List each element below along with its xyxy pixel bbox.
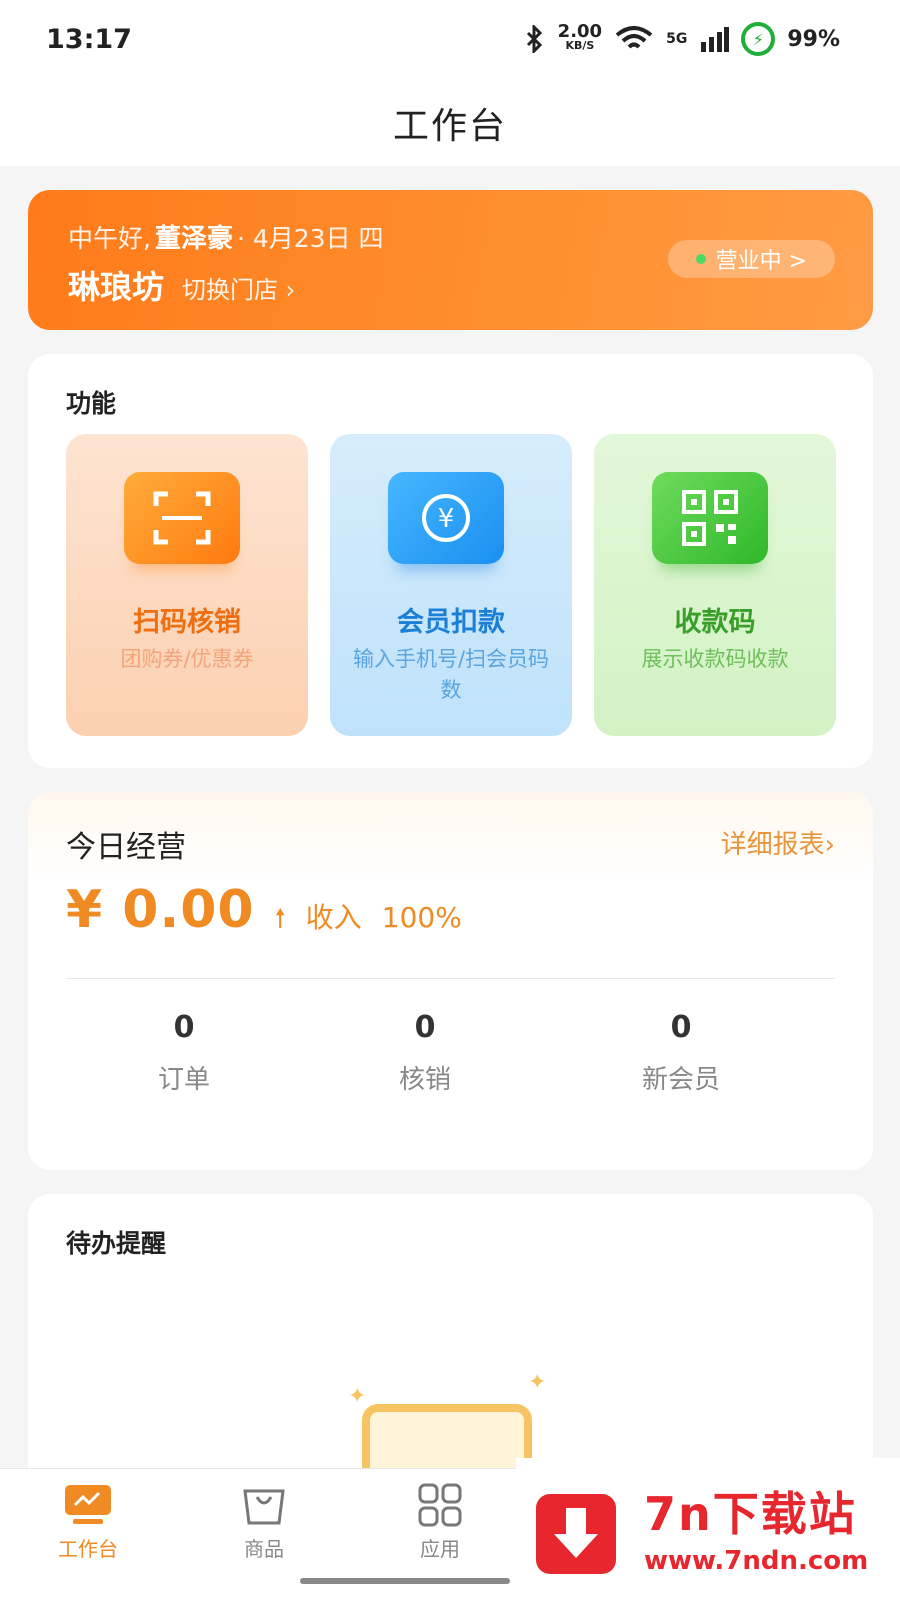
business-status-badge[interactable]: 营业中 >: [667, 240, 835, 278]
arrow-up-icon: 🠕: [274, 904, 286, 934]
scan-verify-subtitle: 团购券/优惠券: [120, 647, 254, 671]
workbench-icon: [63, 1483, 113, 1527]
title-bar: 工作台: [0, 80, 900, 166]
tab-label: 商品: [244, 1537, 284, 1561]
todo-title: 待办提醒: [66, 1229, 167, 1258]
watermark: 7n下载站 www.7ndn.com: [516, 1458, 900, 1600]
functions-card: 功能 扫码核销 团购券/优惠券 ¥ 会员扣款 输入手机号/扫会员码数 收款码 展…: [28, 354, 873, 768]
network-type: 5G: [666, 31, 688, 47]
signal-icon: [701, 27, 730, 52]
watermark-title: 7n下载站: [644, 1487, 857, 1541]
home-indicator[interactable]: [300, 1578, 510, 1584]
todo-card: 待办提醒 ✦ ✦: [28, 1194, 873, 1494]
stat-label: 订单: [157, 1065, 210, 1095]
income-row: ¥ 0.00 🠕 收入 100%: [66, 880, 462, 944]
status-bar: 13:17 2.00 KB/S 5G ⚡ 99%: [0, 0, 900, 80]
stat-value: 0: [173, 1010, 195, 1045]
scan-icon: [124, 472, 240, 564]
wifi-icon: [615, 26, 653, 49]
divider: [66, 978, 835, 979]
greeting-text: 中午好,: [68, 224, 151, 253]
today-business-title: 今日经营: [66, 830, 186, 865]
page-title: 工作台: [392, 106, 507, 147]
scan-verify-tile[interactable]: 扫码核销 团购券/优惠券: [66, 434, 308, 736]
switch-store-link[interactable]: 切换门店 ›: [182, 270, 295, 305]
stat-new-members[interactable]: 0 新会员: [581, 1010, 781, 1096]
tab-apps[interactable]: 应用: [380, 1483, 500, 1562]
shopping-bag-icon: [239, 1483, 289, 1527]
status-icons: 2.00 KB/S 5G ⚡ 99%: [524, 22, 840, 56]
income-percent: 100%: [381, 901, 462, 934]
member-deduct-subtitle: 输入手机号/扫会员码数: [352, 647, 550, 702]
payment-code-tile[interactable]: 收款码 展示收款码收款: [594, 434, 836, 736]
greeting-line: 中午好, 董泽豪 · 4月23日 四: [68, 218, 384, 255]
user-name: 董泽豪: [154, 224, 233, 254]
battery-charging-icon: ⚡: [741, 22, 776, 56]
status-time: 13:17: [46, 24, 132, 55]
income-label: 收入: [305, 901, 362, 934]
sparkle-icon: ✦: [348, 1384, 367, 1409]
store-banner: 中午好, 董泽豪 · 4月23日 四 琳琅坊 切换门店 › 营业中 >: [28, 190, 873, 330]
income-amount: ¥ 0.00: [66, 880, 255, 940]
store-name: 琳琅坊: [68, 268, 165, 306]
status-dot-icon: [695, 254, 706, 264]
tab-workbench[interactable]: 工作台: [28, 1483, 148, 1562]
battery-level: 99%: [787, 26, 840, 52]
stat-verified[interactable]: 0 核销: [325, 1010, 525, 1096]
qr-code-icon: [652, 472, 768, 564]
stat-label: 核销: [398, 1065, 451, 1095]
tab-label: 工作台: [58, 1537, 118, 1561]
payment-code-title: 收款码: [674, 607, 756, 638]
scan-verify-title: 扫码核销: [133, 607, 241, 638]
apps-grid-icon: [415, 1483, 465, 1527]
download-icon: [536, 1494, 616, 1574]
tab-label: 应用: [420, 1537, 460, 1561]
member-deduct-tile[interactable]: ¥ 会员扣款 输入手机号/扫会员码数: [330, 434, 572, 736]
sparkle-icon: ✦: [528, 1370, 547, 1395]
detailed-report-link[interactable]: 详细报表›: [721, 824, 835, 861]
stat-orders[interactable]: 0 订单: [84, 1010, 284, 1096]
functions-title: 功能: [66, 389, 117, 418]
business-status-label: 营业中 >: [715, 249, 807, 274]
network-speed: 2.00 KB/S: [557, 21, 603, 53]
store-row: 琳琅坊 切换门店 ›: [68, 262, 295, 308]
stat-value: 0: [414, 1010, 436, 1045]
date-text: · 4月23日 四: [236, 224, 384, 253]
stat-label: 新会员: [641, 1065, 720, 1095]
yuan-card-icon: ¥: [388, 472, 504, 564]
tab-products[interactable]: 商品: [204, 1483, 324, 1562]
stat-value: 0: [670, 1010, 692, 1045]
watermark-url: www.7ndn.com: [644, 1546, 869, 1576]
svg-text:¥: ¥: [438, 504, 455, 534]
today-business-card: 今日经营 详细报表› ¥ 0.00 🠕 收入 100% 0 订单 0 核销 0 …: [28, 792, 873, 1170]
bluetooth-icon: [526, 25, 542, 53]
member-deduct-title: 会员扣款: [397, 607, 505, 638]
payment-code-subtitle: 展示收款码收款: [641, 647, 789, 671]
